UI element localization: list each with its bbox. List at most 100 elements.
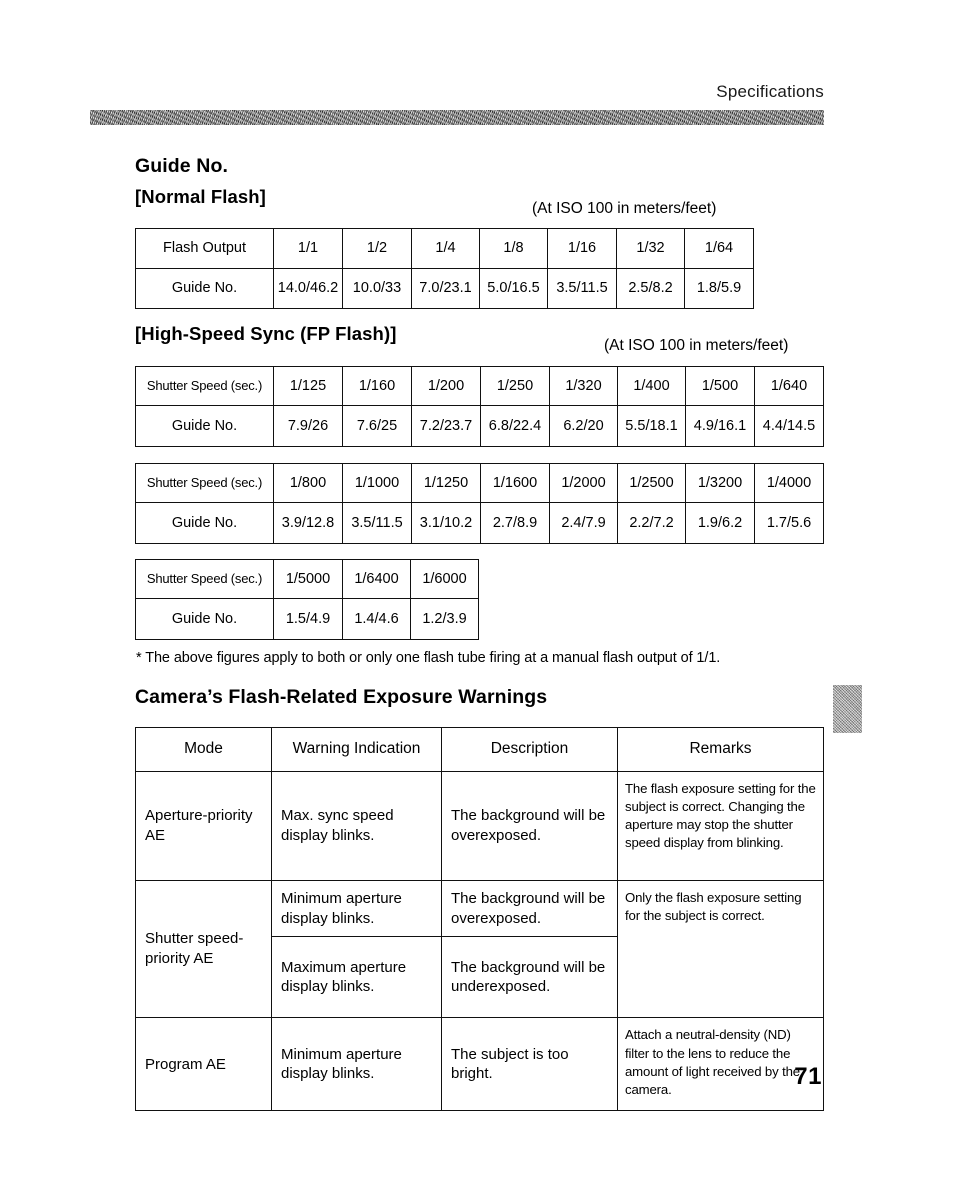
cell-mode: Shutter speed-priority AE	[135, 879, 272, 1019]
cell-shutter-speed: 1/6000	[410, 559, 479, 599]
cell-flash-output: 1/2	[342, 228, 412, 269]
cell-warning-indication: Minimum aperture display blinks.	[271, 879, 442, 938]
row-label: Guide No.	[135, 502, 274, 544]
cell-description: The subject is too bright.	[441, 1017, 618, 1112]
cell-guide-number: 3.1/10.2	[411, 502, 481, 544]
high-speed-sync-table-1: Shutter Speed (sec.) 1/125 1/160 1/200 1…	[135, 366, 824, 447]
cell-guide-number: 1.8/5.9	[684, 268, 754, 309]
cell-shutter-speed: 1/1250	[411, 463, 481, 503]
table-row: Guide No. 1.5/4.9 1.4/4.6 1.2/3.9	[135, 598, 479, 640]
cell-shutter-speed: 1/160	[342, 366, 412, 406]
document-page: Specifications Guide No. [Normal Flash] …	[0, 0, 954, 1177]
cell-guide-number: 7.9/26	[273, 405, 343, 447]
cell-guide-number: 1.2/3.9	[410, 598, 479, 640]
column-header-description: Description	[441, 727, 618, 772]
table-row: Guide No. 3.9/12.8 3.5/11.5 3.1/10.2 2.7…	[135, 502, 824, 544]
cell-guide-number: 5.5/18.1	[617, 405, 686, 447]
table-row: Guide No. 7.9/26 7.6/25 7.2/23.7 6.8/22.…	[135, 405, 824, 447]
cell-shutter-speed: 1/200	[411, 366, 481, 406]
high-speed-sync-table-3: Shutter Speed (sec.) 1/5000 1/6400 1/600…	[135, 559, 479, 640]
cell-guide-number: 6.2/20	[549, 405, 618, 447]
table-row: Shutter Speed (sec.) 1/5000 1/6400 1/600…	[135, 559, 479, 599]
cell-guide-number: 2.4/7.9	[549, 502, 618, 544]
header-rule-band	[90, 110, 824, 125]
cell-guide-number: 7.6/25	[342, 405, 412, 447]
cell-flash-output: 1/8	[479, 228, 548, 269]
cell-warning-indication: Maximum aperture display blinks.	[271, 936, 442, 1019]
footnote-manual-output: * The above figures apply to both or onl…	[136, 650, 721, 666]
cell-shutter-speed: 1/640	[754, 366, 824, 406]
subsection-heading-normal-flash: [Normal Flash]	[135, 186, 266, 207]
table-row: Flash Output 1/1 1/2 1/4 1/8 1/16 1/32 1…	[135, 228, 754, 269]
cell-guide-number: 2.7/8.9	[480, 502, 550, 544]
cell-description: The background will be overexposed.	[441, 770, 618, 881]
cell-guide-number: 2.5/8.2	[616, 268, 685, 309]
cell-guide-number: 7.0/23.1	[411, 268, 480, 309]
table-row: Shutter Speed (sec.) 1/800 1/1000 1/1250…	[135, 463, 824, 503]
column-header-mode: Mode	[135, 727, 272, 772]
cell-mode: Program AE	[135, 1017, 272, 1112]
cell-guide-number: 4.9/16.1	[685, 405, 755, 447]
cell-shutter-speed: 1/2000	[549, 463, 618, 503]
normal-flash-table: Flash Output 1/1 1/2 1/4 1/8 1/16 1/32 1…	[135, 228, 754, 309]
running-head: Specifications	[716, 82, 824, 101]
thumb-tab-marker	[833, 685, 862, 733]
cell-guide-number: 1.5/4.9	[273, 598, 343, 640]
cell-guide-number: 3.5/11.5	[342, 502, 412, 544]
cell-guide-number: 3.9/12.8	[273, 502, 343, 544]
cell-shutter-speed: 1/1600	[480, 463, 550, 503]
row-label: Flash Output	[135, 228, 274, 269]
cell-shutter-speed: 1/4000	[754, 463, 824, 503]
cell-shutter-speed: 1/500	[685, 366, 755, 406]
cell-guide-number: 4.4/14.5	[754, 405, 824, 447]
column-header-remarks: Remarks	[617, 727, 824, 772]
cell-shutter-speed: 1/6400	[342, 559, 411, 599]
cell-shutter-speed: 1/1000	[342, 463, 412, 503]
exposure-warnings-table: Mode Warning Indication Description Rema…	[135, 727, 824, 1112]
subsection-heading-high-speed-sync: [High-Speed Sync (FP Flash)]	[135, 323, 397, 344]
table-row: Shutter speed-priority AE Minimum apertu…	[135, 879, 824, 1019]
cell-guide-number: 14.0/46.2	[273, 268, 343, 309]
section-heading-guide-no: Guide No.	[135, 155, 228, 177]
section-heading-exposure-warnings: Camera’s Flash-Related Exposure Warnings	[135, 686, 548, 708]
row-label: Guide No.	[135, 268, 274, 309]
row-label: Shutter Speed (sec.)	[135, 559, 274, 599]
cell-warning-indication: Minimum aperture display blinks.	[271, 1017, 442, 1112]
column-header-warning-indication: Warning Indication	[271, 727, 442, 772]
cell-remarks: Only the flash exposure setting for the …	[617, 879, 824, 1019]
cell-description: The background will be overexposed.	[441, 879, 618, 938]
cell-guide-number: 6.8/22.4	[480, 405, 550, 447]
cell-guide-number: 1.9/6.2	[685, 502, 755, 544]
cell-warning-indication: Max. sync speed display blinks.	[271, 770, 442, 881]
iso-note-high-speed-sync: (At ISO 100 in meters/feet)	[604, 337, 789, 354]
page-number: 71	[794, 1063, 822, 1090]
table-row: Program AE Minimum aperture display blin…	[135, 1017, 824, 1112]
cell-shutter-speed: 1/2500	[617, 463, 686, 503]
cell-shutter-speed: 1/250	[480, 366, 550, 406]
cell-flash-output: 1/32	[616, 228, 685, 269]
cell-shutter-speed: 1/800	[273, 463, 343, 503]
cell-guide-number: 10.0/33	[342, 268, 412, 309]
cell-guide-number: 1.7/5.6	[754, 502, 824, 544]
cell-guide-number: 5.0/16.5	[479, 268, 548, 309]
cell-mode: Aperture-priority AE	[135, 770, 272, 881]
cell-flash-output: 1/16	[547, 228, 617, 269]
iso-note-normal-flash: (At ISO 100 in meters/feet)	[532, 200, 717, 217]
cell-guide-number: 7.2/23.7	[411, 405, 481, 447]
cell-flash-output: 1/64	[684, 228, 754, 269]
cell-shutter-speed: 1/320	[549, 366, 618, 406]
table-row: Guide No. 14.0/46.2 10.0/33 7.0/23.1 5.0…	[135, 268, 754, 309]
cell-flash-output: 1/4	[411, 228, 480, 269]
cell-description: The background will be underexposed.	[441, 936, 618, 1019]
row-label: Guide No.	[135, 405, 274, 447]
cell-flash-output: 1/1	[273, 228, 343, 269]
row-label: Shutter Speed (sec.)	[135, 366, 274, 406]
row-label: Guide No.	[135, 598, 274, 640]
cell-shutter-speed: 1/125	[273, 366, 343, 406]
cell-shutter-speed: 1/5000	[273, 559, 343, 599]
cell-remarks: The flash exposure setting for the subje…	[617, 770, 824, 881]
table-row: Shutter Speed (sec.) 1/125 1/160 1/200 1…	[135, 366, 824, 406]
cell-guide-number: 1.4/4.6	[342, 598, 411, 640]
cell-guide-number: 2.2/7.2	[617, 502, 686, 544]
row-label: Shutter Speed (sec.)	[135, 463, 274, 503]
